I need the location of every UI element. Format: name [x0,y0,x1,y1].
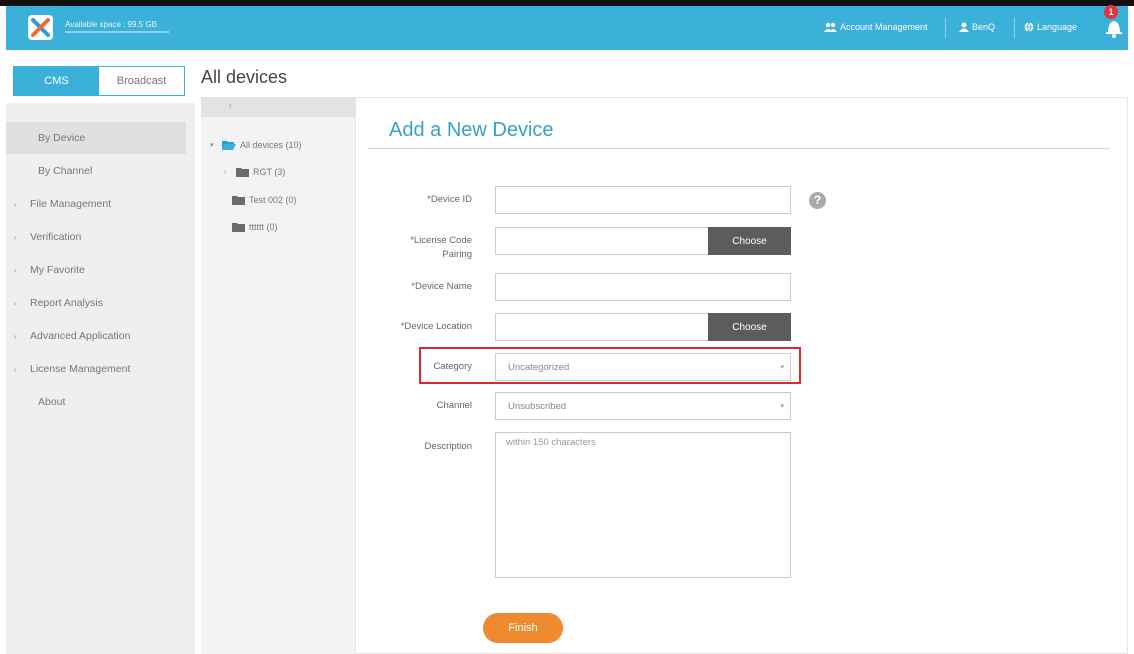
channel-label: Channel [436,400,472,411]
device-id-label: *Device ID [427,194,472,205]
broadcast-tab[interactable]: Broadcast [99,67,184,95]
sidebar-item-advanced-application[interactable]: › Advanced Application [6,320,195,352]
folder-icon [232,223,245,232]
device-name-input[interactable] [495,273,791,301]
sidebar-item-report-analysis[interactable]: › Report Analysis [6,287,195,319]
chevron-right-icon: › [13,364,17,374]
user-icon [959,22,969,32]
sidebar-item-file-management[interactable]: › File Management [6,188,195,220]
device-location-label: *Device Location [400,321,472,332]
tree-collapse-bar[interactable]: ‹ [201,97,355,117]
chevron-right-icon: › [13,199,17,209]
sidebar-item-my-favorite[interactable]: › My Favorite [6,254,195,286]
sidebar-item-by-device[interactable]: By Device [6,122,186,154]
user-menu[interactable]: BenQ [959,17,995,37]
folder-open-icon [222,141,236,150]
app-header: Available space : 99.5 GB Account Manage… [6,6,1128,50]
header-divider [1014,18,1015,38]
sidebar-item-label: License Management [30,363,131,375]
tree-node-all-devices[interactable]: ▾ All devices (10) [210,140,302,150]
device-location-input[interactable] [495,313,709,341]
tree-node-rgt[interactable]: › RGT (3) [224,167,285,177]
chevron-down-icon: ▾ [780,403,784,410]
chevron-right-icon: › [13,232,17,242]
available-space-bar [65,31,169,33]
sidebar: By Device By Channel › File Management ›… [6,103,195,654]
sidebar-item-label: About [38,396,66,408]
chevron-down-icon: ▾ [210,142,214,149]
help-icon[interactable]: ? [809,192,826,209]
chevron-right-icon: › [13,265,17,275]
sidebar-item-label: Verification [30,231,82,243]
users-icon [824,22,837,32]
page-title: All devices [201,67,288,87]
mode-toggle: CMS Broadcast [13,66,185,96]
chevron-right-icon: › [13,331,17,341]
tree-node-test-002[interactable]: Test 002 (0) [232,195,297,205]
available-space: Available space : 99.5 GB [65,20,157,29]
device-tree-panel: ‹ ▾ All devices (10) › RGT (3) Test 002 … [201,97,355,654]
description-textarea[interactable]: within 150 characters [495,432,791,578]
notification-badge: 1 [1104,5,1118,19]
globe-icon [1024,22,1034,32]
location-choose-button[interactable]: Choose [708,313,791,341]
sidebar-item-label: By Device [38,132,86,144]
header-divider [945,18,946,38]
folder-icon [236,168,249,177]
folder-icon [232,196,245,205]
chevron-right-icon: › [224,168,227,176]
sidebar-item-label: Advanced Application [30,330,131,342]
account-management-link[interactable]: Account Management [824,17,928,37]
finish-button[interactable]: Finish [483,613,563,643]
tree-node-label: All devices (10) [240,140,302,150]
cms-tab[interactable]: CMS [14,67,99,95]
description-placeholder: within 150 characters [506,437,596,448]
license-code-input[interactable] [495,227,709,255]
sidebar-item-about[interactable]: About [6,386,195,418]
tree-node-label: Test 002 (0) [249,195,297,205]
sidebar-item-label: By Channel [38,165,93,177]
tree-node-label: tttttt (0) [249,222,278,232]
tree-node-tttttt[interactable]: tttttt (0) [232,222,278,232]
description-label: Description [424,441,472,452]
license-choose-button[interactable]: Choose [708,227,791,255]
channel-select[interactable]: Unsubscribed ▾ [495,392,791,420]
sidebar-item-by-channel[interactable]: By Channel [6,155,195,187]
sidebar-item-license-management[interactable]: › License Management [6,353,195,385]
device-name-label: *Device Name [411,281,472,292]
chevron-right-icon: › [13,298,17,308]
user-name: BenQ [972,22,996,32]
language-label: Language [1037,22,1078,32]
sidebar-item-verification[interactable]: › Verification [6,221,195,253]
tree-node-label: RGT (3) [253,167,286,177]
device-id-input[interactable] [495,186,791,214]
app-logo-icon[interactable] [28,15,53,40]
sidebar-item-label: My Favorite [30,264,85,276]
sidebar-item-label: Report Analysis [30,297,103,309]
license-code-label: *License Code Pairing [410,235,472,260]
category-highlight-box [419,347,801,384]
form-title-divider [368,148,1110,149]
form-title: Add a New Device [389,119,554,141]
channel-value: Unsubscribed [508,400,567,412]
account-management-label: Account Management [840,22,928,32]
collapse-arrow-icon: ‹ [229,101,232,110]
language-menu[interactable]: Language [1024,17,1077,37]
sidebar-item-label: File Management [30,198,112,210]
